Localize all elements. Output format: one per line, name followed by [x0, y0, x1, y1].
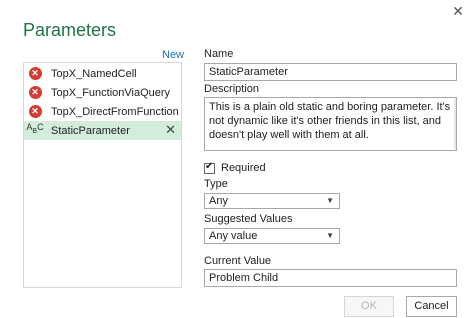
error-icon: ✕ — [28, 86, 42, 99]
parameter-label: TopX_DirectFromFunction — [51, 105, 179, 118]
type-value: Any — [209, 195, 228, 207]
parameter-list-item[interactable]: ✕ TopX_FunctionViaQuery — [24, 83, 181, 102]
parameter-label: StaticParameter — [51, 124, 130, 137]
error-icon-wrap: ✕ — [28, 67, 42, 81]
error-icon-wrap: ✕ — [28, 105, 42, 119]
parameter-list-item[interactable]: ✕ TopX_DirectFromFunction — [24, 102, 181, 121]
current-value-input[interactable]: Problem Child — [204, 269, 457, 287]
checkmark-icon: ✔ — [205, 160, 214, 172]
parameter-list: ✕ TopX_NamedCell ✕ TopX_FunctionViaQuery… — [23, 62, 182, 288]
parameter-list-item[interactable]: ✕ TopX_NamedCell — [24, 64, 181, 83]
required-checkbox[interactable]: ✔ — [204, 160, 215, 174]
parameter-label: TopX_FunctionViaQuery — [51, 86, 171, 99]
cancel-button[interactable]: Cancel — [406, 296, 457, 317]
required-row: ✔ Required — [204, 160, 266, 174]
suggested-values-select[interactable]: Any value ▼ — [204, 228, 340, 244]
close-button[interactable]: ✕ — [450, 3, 466, 19]
type-label: Type — [204, 178, 228, 190]
suggested-values-value: Any value — [209, 230, 258, 242]
description-label: Description — [204, 83, 260, 95]
required-label: Required — [221, 162, 266, 174]
current-value-label: Current Value — [204, 255, 272, 267]
error-icon: ✕ — [28, 67, 42, 80]
new-parameter-link[interactable]: New — [162, 49, 184, 61]
text-type-glyph-tail: C — [37, 121, 44, 132]
name-input[interactable]: StaticParameter — [204, 63, 457, 81]
chevron-down-icon: ▼ — [326, 231, 334, 240]
text-type-icon: ABC — [26, 121, 44, 135]
name-label: Name — [204, 48, 234, 60]
type-select[interactable]: Any ▼ — [204, 193, 340, 209]
text-type-icon-wrap: ABC — [26, 121, 44, 138]
close-icon: ✕ — [452, 3, 464, 19]
chevron-down-icon: ▼ — [326, 196, 334, 205]
parameter-list-item-selected[interactable]: ABC StaticParameter ✕ — [24, 121, 181, 140]
error-icon: ✕ — [28, 105, 42, 118]
ok-button[interactable]: OK — [344, 296, 394, 317]
dialog-title: Parameters — [23, 20, 117, 40]
suggested-values-label: Suggested Values — [204, 213, 293, 225]
parameter-label: TopX_NamedCell — [51, 67, 137, 80]
description-scrollbar[interactable] — [454, 98, 456, 150]
description-input[interactable]: This is a plain old static and boring pa… — [204, 97, 457, 151]
description-text: This is a plain old static and boring pa… — [209, 101, 451, 141]
remove-parameter-icon[interactable]: ✕ — [165, 123, 176, 137]
error-icon-wrap: ✕ — [28, 86, 42, 100]
